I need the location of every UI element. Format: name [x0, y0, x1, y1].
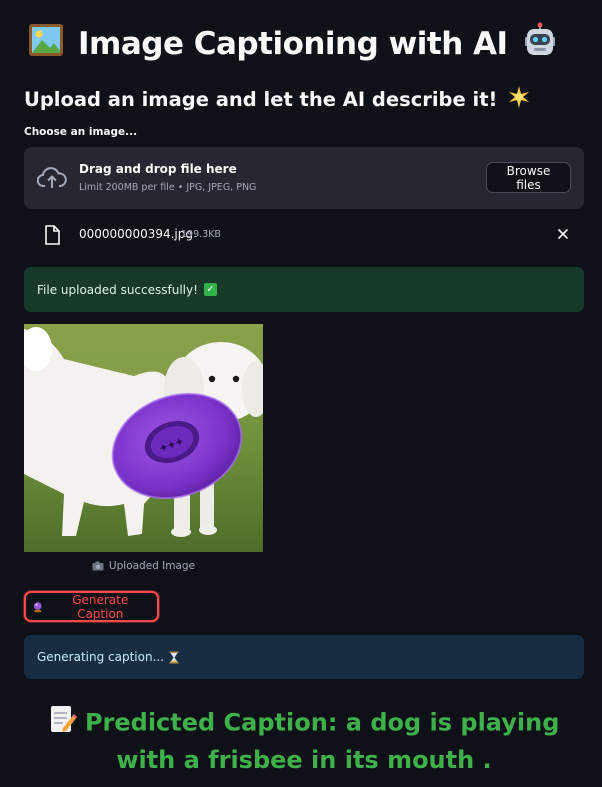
picture-frame-icon: [28, 23, 64, 65]
dropzone-instructions: Drag and drop file here: [79, 162, 237, 176]
sparkle-star-icon: [507, 85, 531, 114]
page-title: Image Captioning with AI: [28, 22, 558, 66]
app-page: Image Captioning with AI Upload an image…: [0, 0, 602, 787]
close-icon[interactable]: [556, 227, 570, 241]
file-dropzone[interactable]: Drag and drop file here Limit 200MB per …: [24, 147, 584, 209]
image-caption: Uploaded Image: [24, 560, 263, 572]
memo-icon: [49, 704, 77, 743]
dropzone-limit: Limit 200MB per file • JPG, JPEG, PNG: [79, 182, 257, 193]
browse-files-button[interactable]: Browse files: [486, 162, 571, 193]
subtitle-text: Upload an image and let the AI describe …: [24, 88, 498, 111]
generate-caption-label: Generate Caption: [72, 592, 129, 621]
page-subtitle: Upload an image and let the AI describe …: [24, 85, 531, 114]
file-icon: [45, 225, 60, 245]
title-text: Image Captioning with AI: [78, 26, 508, 62]
predicted-caption-text: Predicted Caption: a dog is playing with…: [84, 708, 560, 775]
generate-caption-button[interactable]: Generate Caption: [24, 591, 159, 622]
info-alert: Generating caption...: [24, 635, 584, 679]
uploader-label: Choose an image...: [24, 126, 138, 138]
info-message: Generating caption...: [37, 650, 165, 664]
uploaded-image: ✦✦✦: [24, 324, 263, 552]
check-mark-icon: ✓: [203, 283, 217, 296]
file-size: 199.3KB: [181, 229, 221, 240]
cloud-upload-icon: [37, 167, 67, 188]
success-message: File uploaded successfully!: [37, 282, 198, 297]
file-name: 000000000394.jpg: [79, 227, 193, 241]
hourglass-icon: [169, 651, 179, 663]
success-alert: File uploaded successfully! ✓: [24, 267, 584, 312]
image-caption-text: Uploaded Image: [108, 560, 196, 572]
camera-icon: [92, 561, 104, 571]
crystal-ball-icon: [33, 601, 42, 612]
uploaded-file-row: 000000000394.jpg 199.3KB: [24, 222, 584, 248]
predicted-caption: Predicted Caption: a dog is playing with…: [24, 704, 584, 777]
robot-icon: [522, 22, 558, 66]
